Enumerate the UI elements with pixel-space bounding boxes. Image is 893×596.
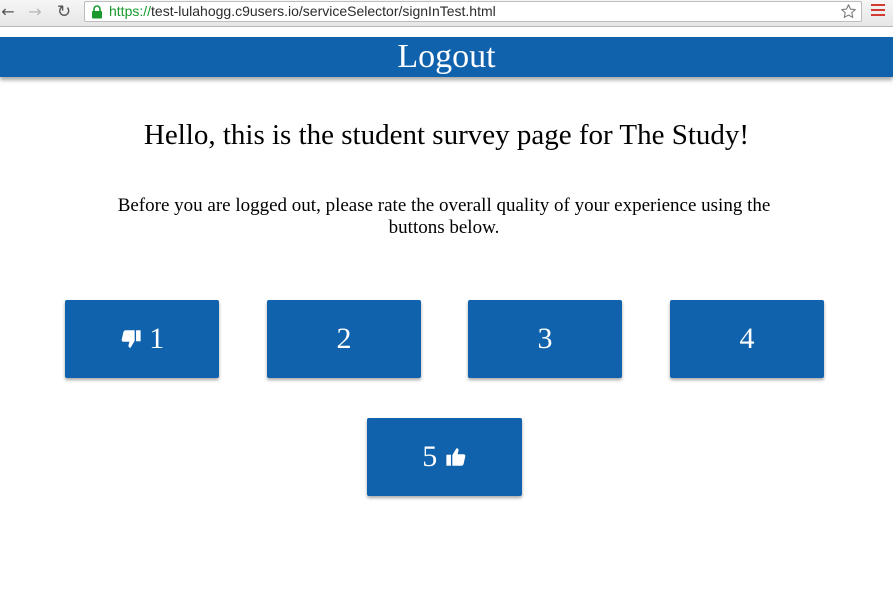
browser-toolbar: ← → ↻ https://test-lulahogg.c9users.io/s… bbox=[0, 0, 893, 27]
bookmark-star-icon[interactable] bbox=[840, 3, 857, 20]
header-bar: Logout bbox=[0, 37, 893, 77]
url-scheme: https:// bbox=[109, 3, 152, 19]
rating-button-label: 3 bbox=[537, 322, 553, 355]
thumbs-down-icon bbox=[121, 330, 141, 348]
rating-button-3[interactable]: 3 bbox=[468, 300, 622, 378]
back-icon[interactable]: ← bbox=[0, 2, 16, 22]
rating-button-label: 4 bbox=[739, 322, 755, 355]
rating-button-label: 1 bbox=[149, 322, 165, 355]
url-path: test-lulahogg.c9users.io/serviceSelector… bbox=[151, 3, 496, 19]
rating-button-label: 5 bbox=[422, 440, 438, 473]
rating-button-2[interactable]: 2 bbox=[267, 300, 421, 378]
url-text[interactable]: https://test-lulahogg.c9users.io/service… bbox=[109, 2, 496, 21]
rating-button-1[interactable]: 1 bbox=[65, 300, 219, 378]
page-title: Hello, this is the student survey page f… bbox=[143, 119, 750, 151]
thumbs-up-icon bbox=[446, 448, 466, 466]
lock-icon bbox=[92, 5, 102, 19]
reload-icon[interactable]: ↻ bbox=[54, 2, 74, 22]
logout-link[interactable]: Logout bbox=[397, 37, 495, 77]
instructions-text: Before you are logged out, please rate t… bbox=[117, 195, 771, 238]
browser-menu-icon[interactable] bbox=[871, 4, 885, 18]
address-bar[interactable]: https://test-lulahogg.c9users.io/service… bbox=[84, 1, 862, 22]
rating-button-label: 2 bbox=[336, 322, 352, 355]
rating-button-5[interactable]: 5 bbox=[367, 418, 522, 496]
forward-icon[interactable]: → bbox=[26, 2, 44, 22]
rating-button-4[interactable]: 4 bbox=[670, 300, 824, 378]
